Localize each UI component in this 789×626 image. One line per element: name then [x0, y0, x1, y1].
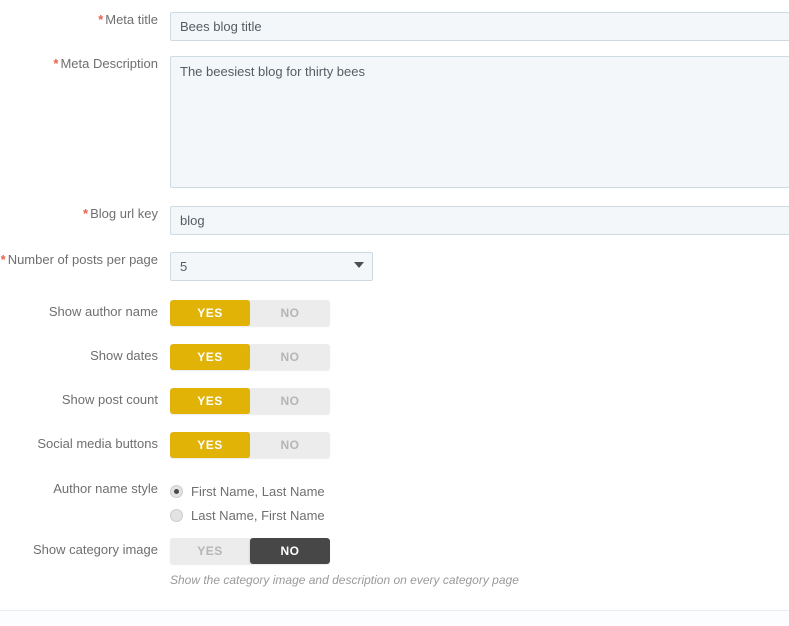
show-author-name-toggle[interactable]: YES NO — [170, 300, 330, 326]
label-show-author-name: Show author name — [48, 304, 158, 319]
label-meta-description: * Meta Description — [53, 56, 158, 71]
footer-area — [0, 611, 789, 626]
form-row-social-media-buttons: Social media buttons YES NO — [0, 432, 789, 458]
label-show-dates: Show dates — [90, 348, 158, 363]
show-dates-toggle-no[interactable]: NO — [250, 344, 330, 370]
label-show-category-image: Show category image — [32, 542, 158, 557]
required-asterisk-icon: * — [53, 56, 59, 71]
posts-per-page-selected-value: 5 — [170, 252, 373, 281]
form-row-author-name-style: Author name style First Name, Last Name … — [0, 479, 789, 527]
show-author-name-toggle-yes[interactable]: YES — [170, 300, 250, 326]
author-name-style-option-label: First Name, Last Name — [191, 483, 325, 499]
required-asterisk-icon: * — [83, 206, 89, 221]
social-media-buttons-toggle-yes[interactable]: YES — [170, 432, 250, 458]
author-name-style-option-first-last[interactable]: First Name, Last Name — [170, 479, 789, 503]
show-post-count-toggle[interactable]: YES NO — [170, 388, 330, 414]
form-row-show-category-image: Show category image YES NO Show the cate… — [0, 538, 789, 588]
form-row-show-dates: Show dates YES NO — [0, 344, 789, 370]
label-meta-title: * Meta title — [98, 12, 158, 27]
posts-per-page-select[interactable]: 5 — [170, 252, 373, 281]
label-show-post-count: Show post count — [61, 392, 158, 407]
chevron-down-icon — [354, 262, 364, 268]
show-category-image-hint: Show the category image and description … — [170, 573, 519, 587]
required-asterisk-icon: * — [98, 12, 104, 27]
form-row-posts-per-page: * Number of posts per page 5 — [0, 252, 789, 281]
show-dates-toggle-yes[interactable]: YES — [170, 344, 250, 370]
form-row-meta-title: * Meta title — [0, 12, 789, 41]
show-post-count-toggle-no[interactable]: NO — [250, 388, 330, 414]
form-row-show-author-name: Show author name YES NO — [0, 300, 789, 326]
show-dates-toggle[interactable]: YES NO — [170, 344, 330, 370]
social-media-buttons-toggle-no[interactable]: NO — [250, 432, 330, 458]
show-category-image-toggle-no[interactable]: NO — [250, 538, 330, 564]
show-category-image-toggle[interactable]: YES NO — [170, 538, 330, 564]
author-name-style-option-label: Last Name, First Name — [191, 507, 325, 523]
form-row-show-post-count: Show post count YES NO — [0, 388, 789, 414]
label-social-media-buttons: Social media buttons — [37, 436, 158, 451]
radio-button-icon[interactable] — [170, 508, 183, 522]
show-post-count-toggle-yes[interactable]: YES — [170, 388, 250, 414]
form-row-meta-description: * Meta Description — [0, 56, 789, 188]
form-row-blog-url-key: * Blog url key — [0, 206, 789, 235]
meta-description-textarea[interactable] — [170, 56, 789, 188]
show-author-name-toggle-no[interactable]: NO — [250, 300, 330, 326]
required-asterisk-icon: * — [0, 252, 6, 267]
radio-button-icon[interactable] — [170, 484, 183, 498]
label-blog-url-key: * Blog url key — [83, 206, 158, 221]
blog-url-key-input[interactable] — [170, 206, 789, 235]
social-media-buttons-toggle[interactable]: YES NO — [170, 432, 330, 458]
author-name-style-option-last-first[interactable]: Last Name, First Name — [170, 503, 789, 527]
label-posts-per-page: * Number of posts per page — [0, 252, 158, 267]
label-author-name-style: Author name style — [53, 481, 158, 496]
meta-title-input[interactable] — [170, 12, 789, 41]
show-category-image-toggle-yes[interactable]: YES — [170, 538, 250, 564]
